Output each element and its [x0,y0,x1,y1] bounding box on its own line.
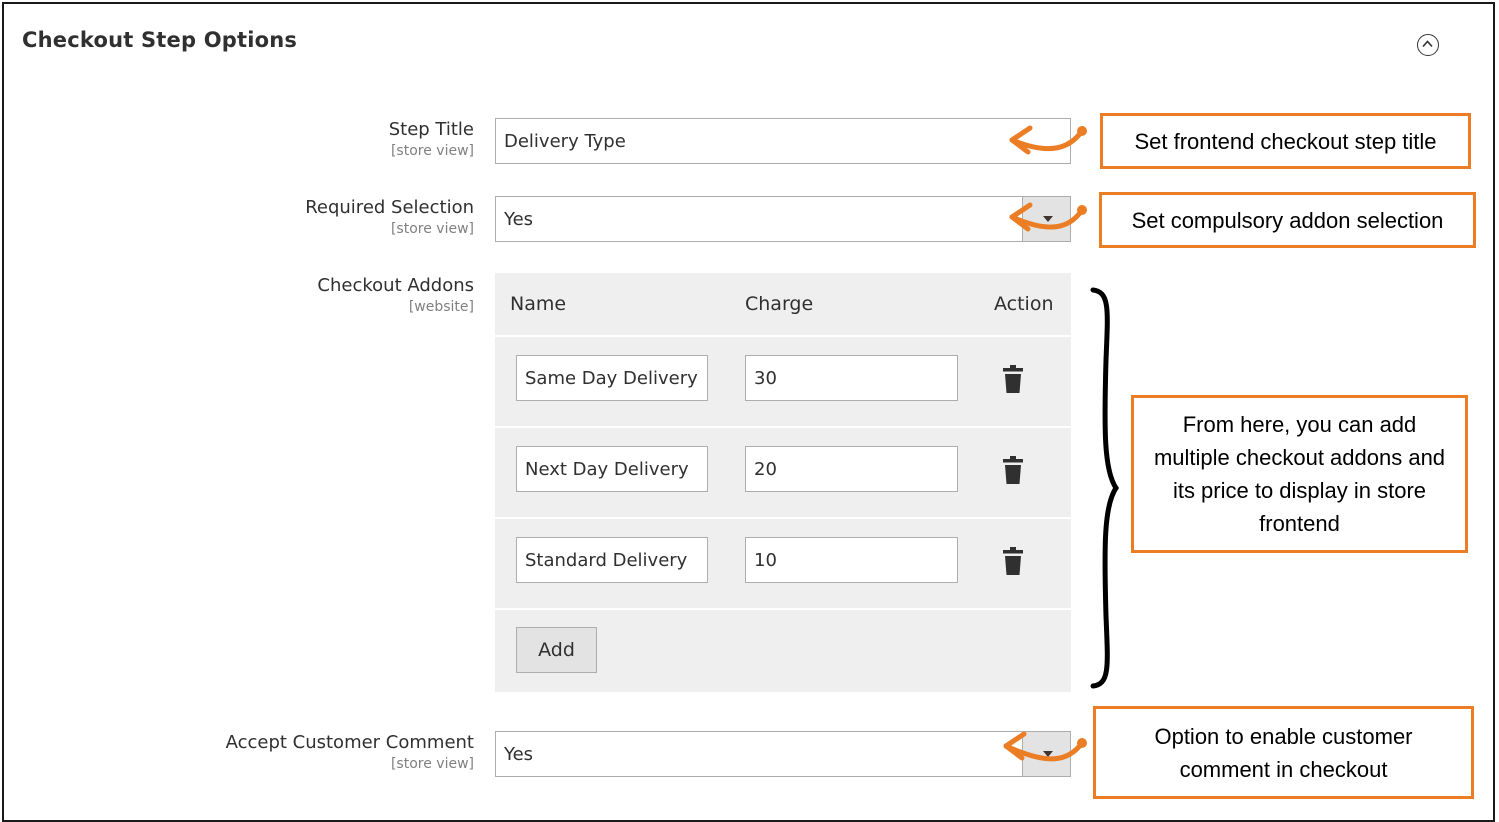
row-divider [495,517,1071,519]
trash-icon[interactable] [1001,456,1025,484]
accept-comment-scope: [store view] [390,756,474,772]
collapse-toggle[interactable] [1417,34,1439,56]
step-title-value: Delivery Type [504,130,626,152]
addon-charge-value: 10 [754,549,777,571]
addon-name-input[interactable]: Same Day Delivery [516,355,708,401]
step-title-input[interactable]: Delivery Type [495,118,1071,164]
column-header-action: Action [994,293,1054,315]
trash-icon[interactable] [1001,547,1025,575]
chevron-down-icon [1022,732,1070,776]
addon-charge-input[interactable]: 30 [745,355,958,401]
required-selection-value: Yes [504,208,534,230]
required-selection-select[interactable]: Yes [495,196,1071,242]
required-selection-label: Required Selection [305,197,474,218]
required-selection-scope: [store view] [390,221,474,237]
checkout-addons-label: Checkout Addons [317,275,474,296]
addon-name-input[interactable]: Next Day Delivery [516,446,708,492]
column-header-name: Name [510,293,567,315]
addon-name-value: Standard Delivery [525,549,688,571]
chevron-up-icon [1422,40,1433,48]
addon-name-input[interactable]: Standard Delivery [516,537,708,583]
add-addon-button[interactable]: Add [516,627,597,673]
row-divider [495,608,1071,610]
callout-comment: Option to enable customer comment in che… [1093,706,1474,799]
callout-step-title: Set frontend checkout step title [1100,113,1471,169]
accept-comment-value: Yes [504,743,534,765]
checkout-addons-scope: [website] [408,299,474,315]
step-title-label: Step Title [388,119,474,140]
callout-required-selection: Set compulsory addon selection [1099,192,1476,248]
addon-name-value: Same Day Delivery [525,367,698,389]
chevron-down-icon [1022,197,1070,241]
addon-charge-input[interactable]: 20 [745,446,958,492]
callout-addons: From here, you can add multiple checkout… [1131,395,1468,553]
section-title: Checkout Step Options [22,28,298,52]
row-divider [495,426,1071,428]
addon-charge-value: 20 [754,458,777,480]
step-title-scope: [store view] [390,143,474,159]
row-divider [495,335,1071,337]
addon-charge-input[interactable]: 10 [745,537,958,583]
trash-icon[interactable] [1001,365,1025,393]
accept-comment-label: Accept Customer Comment [225,732,474,753]
column-header-charge: Charge [745,293,814,315]
accept-comment-select[interactable]: Yes [495,731,1071,777]
addon-charge-value: 30 [754,367,777,389]
addon-name-value: Next Day Delivery [525,458,689,480]
